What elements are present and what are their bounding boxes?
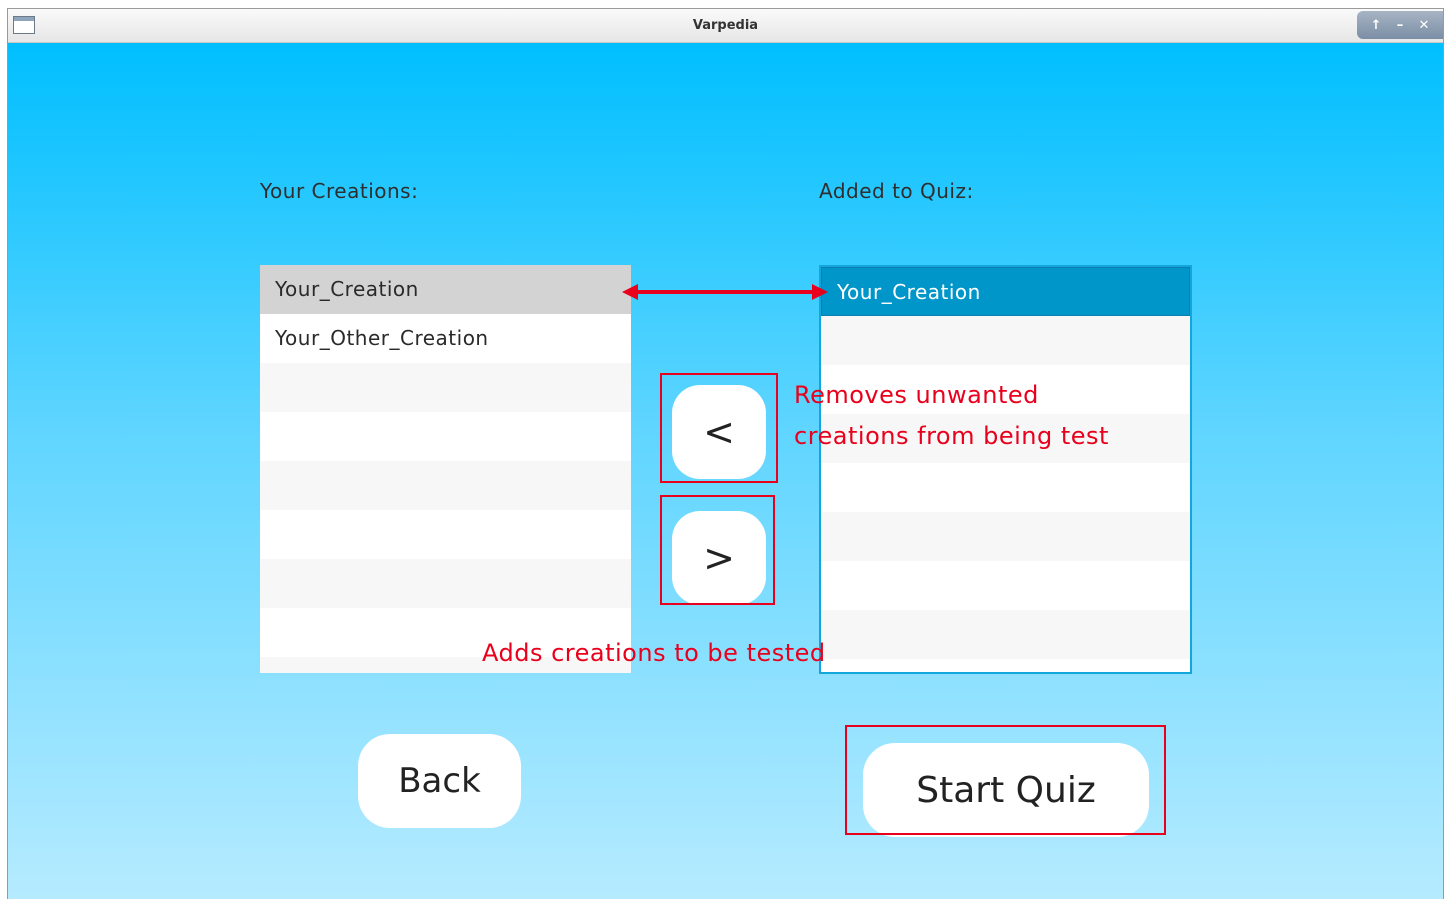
quiz-list[interactable]: Your_Creation — [819, 265, 1192, 674]
add-to-quiz-button[interactable]: > — [672, 511, 766, 605]
empty-row — [260, 559, 631, 608]
remove-annotation: Removes unwanted creations from being te… — [794, 381, 1109, 450]
list-item[interactable]: Your_Creation — [821, 267, 1190, 316]
remove-from-quiz-button[interactable]: < — [672, 385, 766, 479]
window-controls: ↑ – ✕ — [1357, 11, 1443, 39]
empty-row — [821, 316, 1190, 365]
creations-list[interactable]: Your_Creation Your_Other_Creation — [260, 265, 631, 673]
empty-row — [260, 510, 631, 559]
window-title: Varpedia — [692, 18, 759, 33]
empty-row — [260, 461, 631, 510]
main-content: Your Creations: Added to Quiz: Your_Crea… — [8, 43, 1443, 899]
empty-row — [821, 463, 1190, 512]
empty-row — [821, 512, 1190, 561]
empty-row — [821, 561, 1190, 610]
back-button[interactable]: Back — [358, 734, 521, 828]
title-bar[interactable]: Varpedia ↑ – ✕ — [8, 9, 1443, 43]
list-item[interactable]: Your_Creation — [260, 265, 631, 314]
your-creations-label: Your Creations: — [260, 179, 419, 203]
empty-row — [260, 412, 631, 461]
start-quiz-button[interactable]: Start Quiz — [863, 743, 1149, 837]
double-arrow-icon — [622, 284, 828, 300]
app-window: Varpedia ↑ – ✕ Your Creations: Added to … — [7, 8, 1444, 899]
empty-row — [821, 610, 1190, 659]
close-icon[interactable]: ✕ — [1418, 19, 1429, 32]
maximize-icon[interactable]: ↑ — [1371, 19, 1382, 32]
empty-row — [260, 363, 631, 412]
list-item[interactable]: Your_Other_Creation — [260, 314, 631, 363]
add-annotation: Adds creations to be tested — [482, 639, 826, 667]
added-to-quiz-label: Added to Quiz: — [819, 179, 974, 203]
minimize-icon[interactable]: – — [1397, 19, 1404, 32]
empty-row — [821, 659, 1190, 672]
